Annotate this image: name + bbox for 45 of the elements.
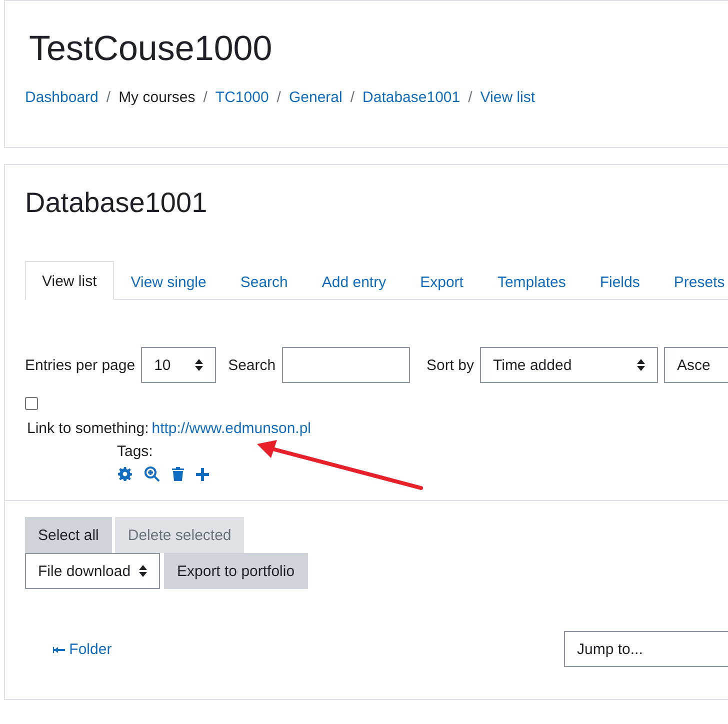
sort-caret-icon (139, 565, 147, 577)
breadcrumb-link[interactable]: TC1000 (215, 89, 269, 106)
breadcrumb-link[interactable]: Dashboard (25, 89, 98, 106)
export-button[interactable]: Export to portfolio (164, 553, 308, 589)
tab[interactable]: Presets (656, 261, 728, 300)
arrow-left-icon (53, 646, 65, 654)
sort-caret-icon (195, 359, 204, 371)
order-select[interactable]: Asce (664, 347, 728, 383)
url-link[interactable]: http://www.edmunson.pl (152, 420, 312, 437)
per-page-select[interactable]: 10 (141, 347, 216, 383)
field-label: Search (228, 356, 276, 374)
course-title: TestCouse1000 (29, 29, 272, 69)
export-format-select[interactable]: File download (25, 553, 160, 589)
activity-title: Database1001 (25, 187, 208, 219)
plus-icon[interactable] (196, 468, 209, 480)
settings-icon[interactable] (118, 467, 132, 481)
entry-checkbox[interactable] (25, 397, 38, 410)
breadcrumb-link[interactable]: General (288, 89, 342, 106)
tab[interactable]: View list (25, 261, 114, 300)
trash-icon[interactable] (172, 467, 184, 481)
tab[interactable]: Search (223, 261, 305, 300)
search-field[interactable] (282, 347, 410, 383)
field-label: Sort by (426, 356, 474, 374)
tab[interactable]: Templates (480, 261, 583, 300)
breadcrumb-link[interactable]: Database1001 (362, 89, 460, 106)
breadcrumb-link[interactable]: View list (480, 89, 536, 106)
breadcrumb-separator: / (350, 89, 355, 106)
tab[interactable]: View single (114, 261, 224, 300)
zoom-in-icon[interactable] (144, 466, 160, 482)
sort-select[interactable]: Time added (480, 347, 658, 383)
jump-to-select[interactable]: Jump to... (564, 631, 728, 667)
breadcrumb-separator: / (203, 89, 208, 106)
breadcrumb-separator: / (106, 89, 111, 106)
action-button[interactable]: Select all (25, 517, 112, 553)
tab[interactable]: Add entry (304, 261, 404, 300)
breadcrumb-item: My courses (118, 89, 196, 106)
sort-caret-icon (637, 359, 645, 371)
tab[interactable]: Fields (582, 261, 657, 300)
tags-label: Tags: (117, 443, 154, 460)
tab[interactable]: Export (403, 261, 480, 300)
breadcrumb-separator: / (276, 89, 281, 106)
previous-activity-link[interactable]: Folder (53, 640, 112, 658)
field-label: Link to something: (27, 420, 149, 437)
field-label: Entries per page (25, 356, 136, 374)
breadcrumb-separator: / (468, 89, 472, 106)
